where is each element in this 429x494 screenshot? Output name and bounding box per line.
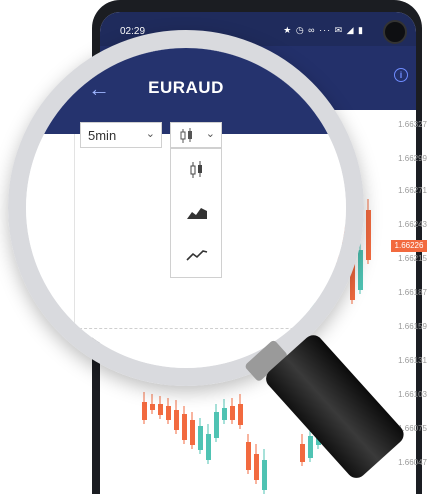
candle-body bbox=[190, 420, 195, 445]
chart-type-option-candlestick[interactable] bbox=[171, 153, 221, 189]
chart-type-menu bbox=[170, 148, 222, 278]
magnifier-lens: ← EURAUD 5min ⌄ ⌄ bbox=[26, 48, 346, 368]
candle-body bbox=[308, 436, 313, 458]
area-chart-icon bbox=[187, 208, 207, 219]
candle-body bbox=[174, 410, 179, 430]
symbol-title: EURAUD bbox=[148, 78, 224, 97]
candle-body bbox=[254, 454, 259, 480]
chevron-down-icon: ⌄ bbox=[205, 128, 215, 140]
candle-body bbox=[246, 442, 251, 470]
chart-type-option-area[interactable] bbox=[171, 197, 221, 233]
candle-body bbox=[366, 210, 371, 260]
candle-body bbox=[198, 426, 203, 450]
candle-body bbox=[238, 404, 243, 425]
candle-body bbox=[358, 250, 363, 290]
candle-body bbox=[230, 406, 235, 420]
candle-body bbox=[142, 402, 147, 420]
candlestick-icon bbox=[190, 161, 202, 178]
chevron-down-icon: ⌄ bbox=[145, 128, 155, 140]
candle-body bbox=[300, 444, 305, 462]
candle-body bbox=[150, 404, 155, 410]
candle-body bbox=[166, 406, 171, 420]
candle-body bbox=[158, 404, 163, 415]
panel-divider bbox=[74, 134, 75, 368]
chart-type-option-line[interactable] bbox=[171, 239, 221, 275]
candle-body bbox=[182, 414, 187, 440]
candle-body bbox=[206, 434, 211, 460]
price-dashed-line bbox=[74, 328, 344, 329]
candle-body bbox=[214, 412, 219, 438]
timeframe-select[interactable]: 5min ⌄ bbox=[80, 122, 162, 148]
candle-body bbox=[262, 460, 267, 490]
line-chart-icon bbox=[186, 250, 208, 261]
timeframe-value: 5min bbox=[88, 128, 117, 143]
candle-body bbox=[222, 408, 227, 420]
chart-type-select[interactable]: ⌄ bbox=[170, 122, 222, 148]
candlestick-icon bbox=[180, 128, 192, 143]
